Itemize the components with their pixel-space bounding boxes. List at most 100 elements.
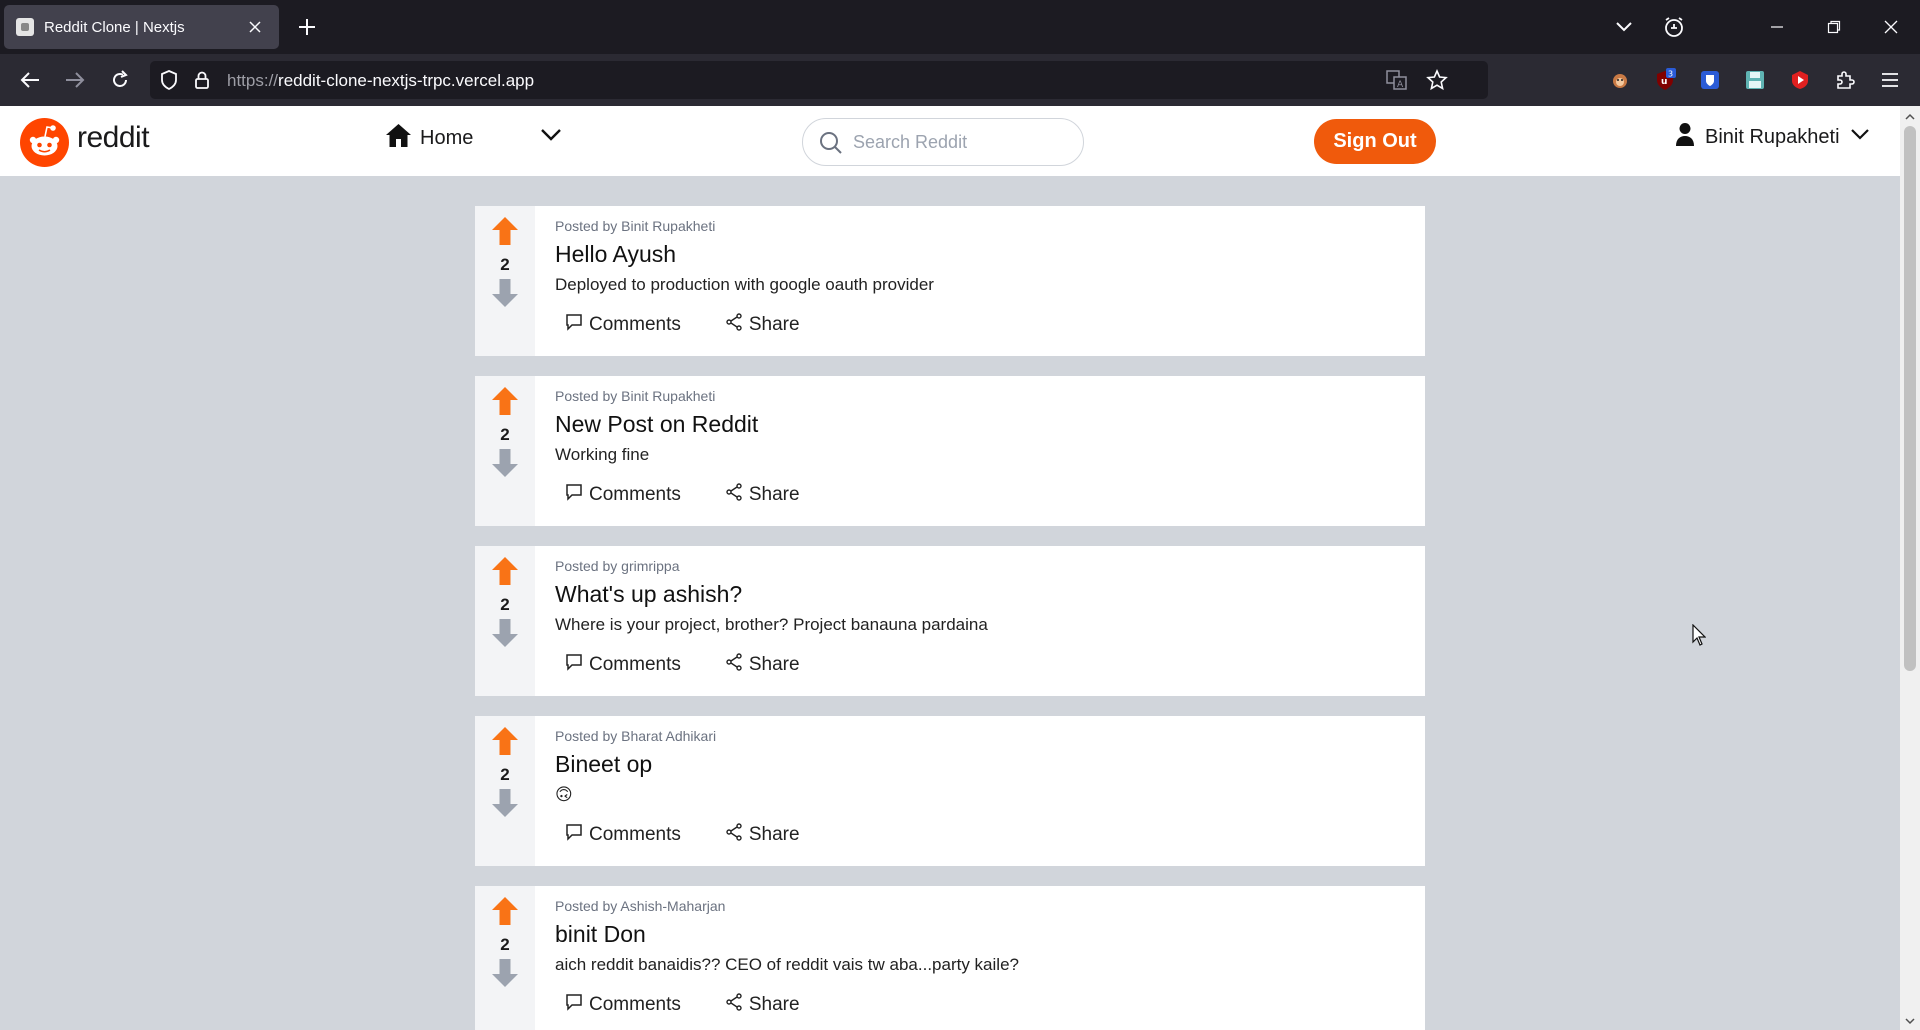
upvote-arrow-icon[interactable] [491, 726, 519, 761]
downvote-arrow-icon[interactable] [491, 958, 519, 993]
user-icon [1675, 122, 1695, 152]
downvote-arrow-icon[interactable] [491, 278, 519, 313]
share-button[interactable]: Share [725, 483, 800, 507]
post-title[interactable]: Hello Ayush [555, 241, 676, 268]
post-card[interactable]: 2 Posted by Bharat Adhikari Bineet op 🙃 … [475, 716, 1425, 866]
scroll-down-icon[interactable] [1904, 1014, 1916, 1026]
home-label: Home [420, 126, 474, 149]
upvote-arrow-icon[interactable] [491, 386, 519, 421]
comments-button[interactable]: Comments [565, 823, 681, 847]
share-button[interactable]: Share [725, 823, 800, 847]
tab-title: Reddit Clone | Nextjs [44, 18, 185, 36]
forward-icon[interactable] [60, 65, 90, 95]
post-author: Posted by Bharat Adhikari [555, 728, 717, 744]
comments-button[interactable]: Comments [565, 993, 681, 1017]
back-icon[interactable] [15, 65, 45, 95]
post-author: Posted by Binit Rupakheti [555, 388, 716, 404]
extension-save-icon[interactable] [1742, 67, 1768, 93]
window-close-icon[interactable] [1877, 13, 1905, 41]
extension-ublock-icon[interactable]: u3 [1652, 67, 1678, 93]
post-text: Deployed to production with google oauth… [555, 275, 934, 294]
share-button[interactable]: Share [725, 313, 800, 337]
share-button[interactable]: Share [725, 993, 800, 1017]
home-icon [385, 123, 412, 153]
scroll-up-icon[interactable] [1904, 110, 1916, 122]
chevron-down-icon [1850, 128, 1870, 146]
downvote-arrow-icon[interactable] [491, 448, 519, 483]
app-menu-icon[interactable] [1877, 67, 1903, 93]
post-title[interactable]: binit Don [555, 921, 646, 948]
share-label: Share [748, 654, 800, 675]
site-header: reddit Home Sign Out Binit Rupakheti [0, 106, 1900, 176]
user-menu[interactable]: Binit Rupakheti [1675, 122, 1870, 152]
user-name: Binit Rupakheti [1705, 125, 1840, 148]
translate-icon[interactable]: A [1386, 70, 1408, 95]
share-label: Share [748, 484, 800, 505]
scrollbar-thumb[interactable] [1904, 126, 1916, 671]
post-author: Posted by Binit Rupakheti [555, 218, 716, 234]
share-button[interactable]: Share [725, 653, 800, 677]
tracking-shield-icon[interactable] [160, 70, 178, 95]
search-input[interactable] [853, 130, 1073, 154]
chevron-down-icon[interactable] [540, 128, 562, 147]
extension-monkey-icon[interactable] [1607, 67, 1633, 93]
logo-text[interactable]: reddit [77, 121, 150, 155]
vote-count: 2 [500, 595, 510, 614]
search-icon [819, 131, 843, 160]
comments-button[interactable]: Comments [565, 653, 681, 677]
close-icon[interactable] [243, 15, 267, 39]
reddit-logo-icon[interactable] [20, 118, 69, 167]
downvote-arrow-icon[interactable] [491, 788, 519, 823]
list-all-tabs-icon[interactable] [1610, 13, 1638, 41]
post-card[interactable]: 2 Posted by Binit Rupakheti New Post on … [475, 376, 1425, 526]
vote-count: 2 [500, 765, 510, 784]
post-author: Posted by Ashish-Maharjan [555, 898, 726, 914]
bookmark-star-icon[interactable] [1426, 68, 1448, 96]
post-actions: Comments Share [565, 313, 844, 337]
page-viewport: reddit Home Sign Out Binit Rupakheti [0, 106, 1900, 1030]
comments-button[interactable]: Comments [565, 483, 681, 507]
comment-icon [565, 483, 589, 507]
post-text: aich reddit banaidis?? CEO of reddit vai… [555, 955, 1019, 974]
upvote-arrow-icon[interactable] [491, 896, 519, 931]
sign-out-button[interactable]: Sign Out [1314, 119, 1436, 164]
minimize-icon[interactable] [1763, 13, 1791, 41]
home-menu[interactable]: Home [385, 123, 473, 153]
comments-label: Comments [589, 654, 681, 675]
downvote-arrow-icon[interactable] [491, 618, 519, 653]
vote-column: 2 [475, 376, 535, 526]
url-text[interactable]: https://reddit-clone-nextjs-trpc.vercel.… [227, 71, 534, 91]
new-tab-button[interactable] [293, 13, 321, 41]
post-card[interactable]: 2 Posted by Ashish-Maharjan binit Don ai… [475, 886, 1425, 1030]
alarm-icon[interactable] [1660, 13, 1688, 41]
post-title[interactable]: What's up ashish? [555, 581, 742, 608]
post-text: Working fine [555, 445, 650, 464]
browser-tab[interactable]: Reddit Clone | Nextjs [4, 5, 279, 49]
extension-youtube-icon[interactable] [1787, 67, 1813, 93]
post-actions: Comments Share [565, 993, 844, 1017]
comment-icon [565, 823, 589, 847]
vote-column: 2 [475, 886, 535, 1030]
restore-icon[interactable] [1820, 13, 1848, 41]
extension-bitwarden-icon[interactable] [1697, 67, 1723, 93]
post-card[interactable]: 2 Posted by grimrippa What's up ashish? … [475, 546, 1425, 696]
mouse-cursor-icon [1692, 623, 1707, 651]
post-title[interactable]: New Post on Reddit [555, 411, 758, 438]
search-box[interactable] [802, 118, 1084, 166]
upvote-arrow-icon[interactable] [491, 216, 519, 251]
extensions-puzzle-icon[interactable] [1832, 67, 1858, 93]
page-scrollbar[interactable] [1900, 106, 1920, 1030]
comments-button[interactable]: Comments [565, 313, 681, 337]
share-label: Share [748, 994, 800, 1015]
vote-count: 2 [500, 425, 510, 444]
post-title[interactable]: Bineet op [555, 751, 652, 778]
lock-icon[interactable] [194, 70, 210, 95]
share-icon [725, 993, 749, 1017]
post-card[interactable]: 2 Posted by Binit Rupakheti Hello Ayush … [475, 206, 1425, 356]
comments-label: Comments [589, 824, 681, 845]
post-actions: Comments Share [565, 483, 844, 507]
reload-icon[interactable] [105, 65, 135, 95]
upvote-arrow-icon[interactable] [491, 556, 519, 591]
address-bar[interactable]: https://reddit-clone-nextjs-trpc.vercel.… [150, 61, 1488, 99]
post-actions: Comments Share [565, 823, 844, 847]
